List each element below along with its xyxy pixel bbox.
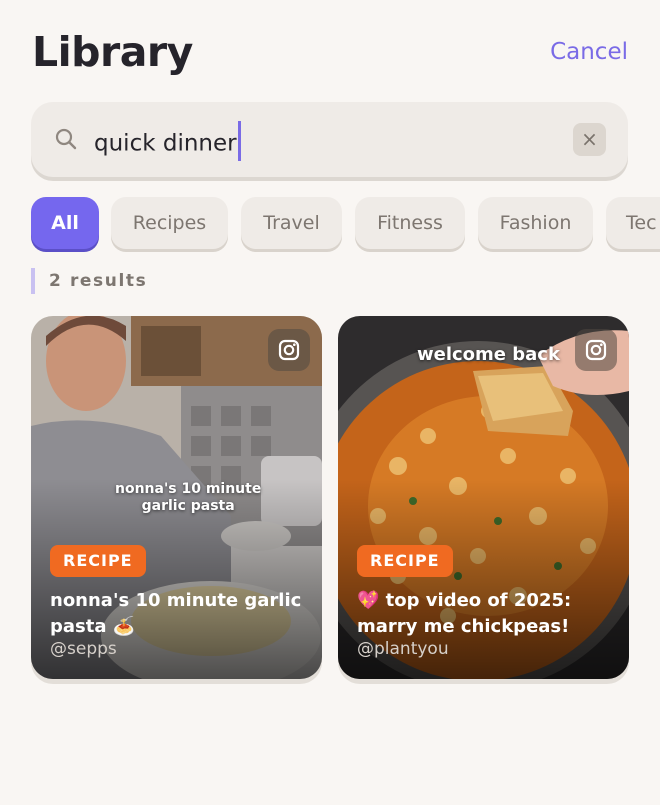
result-card[interactable]: welcome back RECIPE 💖 top video of 2025:… (338, 316, 629, 679)
recipe-badge: RECIPE (357, 545, 453, 577)
card-author: @plantyou (357, 639, 449, 659)
filter-chip-all[interactable]: All (31, 197, 99, 249)
instagram-icon (575, 329, 617, 371)
video-caption-overlay: welcome back (417, 344, 560, 365)
filter-chip-recipes[interactable]: Recipes (111, 197, 228, 249)
clear-search-button[interactable]: × (573, 123, 606, 156)
text-cursor (237, 121, 241, 161)
card-title: nonna's 10 minute garlic pasta 🍝 (50, 590, 302, 636)
filter-chip-fitness[interactable]: Fitness (355, 197, 465, 249)
header: Library Cancel (32, 28, 628, 84)
search-query-text: quick dinner (94, 130, 237, 157)
search-icon (55, 128, 77, 150)
card-author: @sepps (50, 639, 117, 659)
filter-chip-travel[interactable]: Travel (241, 197, 342, 249)
close-icon: × (581, 127, 598, 151)
filter-chips: All Recipes Travel Fitness Fashion Tec (31, 197, 660, 253)
result-card[interactable]: nonna's 10 minute garlic pasta RECIPE no… (31, 316, 322, 679)
card-title: 💖 top video of 2025: marry me chickpeas!… (357, 590, 572, 636)
instagram-icon (268, 329, 310, 371)
cancel-button[interactable]: Cancel (550, 39, 628, 65)
results-count: 2 results (31, 268, 147, 294)
video-caption-overlay: nonna's 10 minute garlic pasta (115, 481, 262, 514)
search-bar[interactable]: quick dinner × (31, 102, 628, 177)
filter-chip-tech[interactable]: Tec (606, 197, 660, 249)
page-title: Library (32, 28, 193, 76)
recipe-badge: RECIPE (50, 545, 146, 577)
filter-chip-fashion[interactable]: Fashion (478, 197, 593, 249)
search-input[interactable]: quick dinner (94, 121, 241, 164)
